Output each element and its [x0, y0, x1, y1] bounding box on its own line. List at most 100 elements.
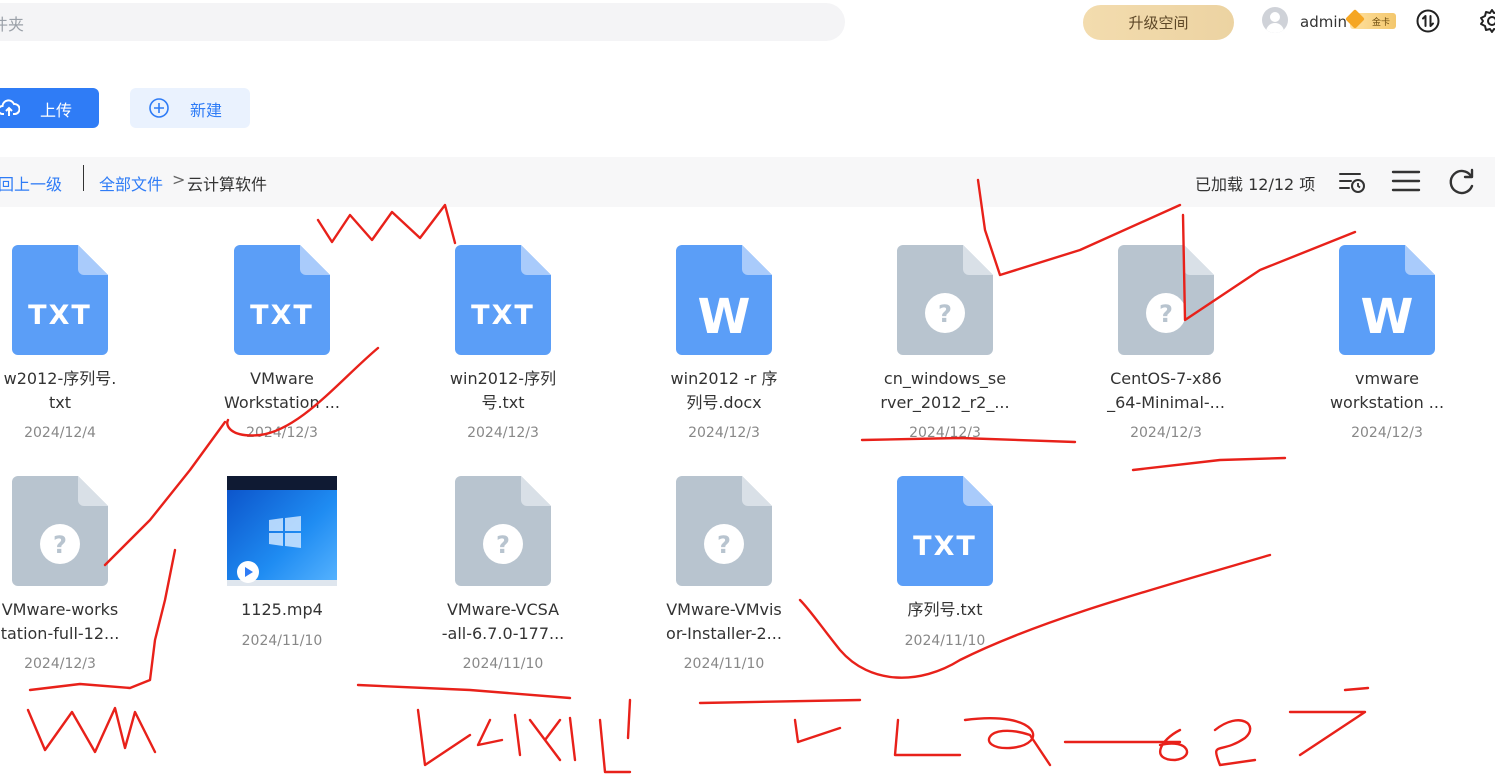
file-name[interactable]: VMware-VMvis or-Installer-2... — [624, 598, 824, 646]
file-name-line-1: CentOS-7-x86 — [1110, 369, 1222, 388]
plus-circle-icon — [149, 98, 169, 118]
file-date: 2024/12/3 — [467, 425, 539, 441]
back-up-link[interactable]: 回上一级 — [0, 171, 62, 195]
question-label: ? — [1159, 300, 1173, 328]
file-thumbnail[interactable]: ? — [1111, 245, 1221, 355]
file-name-line-2: or-Installer-2... — [666, 624, 782, 643]
sort-icon[interactable] — [1338, 168, 1366, 196]
file-name[interactable]: cn_windows_se rver_2012_r2_... — [845, 367, 1045, 415]
txt-label: TXT — [28, 300, 92, 331]
search-placeholder: 件夹 — [0, 15, 25, 34]
upgrade-space-button[interactable]: 升级空间 — [1083, 5, 1234, 40]
question-label: ? — [496, 531, 510, 559]
file-name[interactable]: CentOS-7-x86 _64-Minimal-... — [1066, 367, 1266, 415]
file-name-line-2: workstation ... — [1329, 393, 1445, 412]
vip-label: 金卡 — [1371, 17, 1390, 28]
file-name-line-2: Workstation ... — [224, 393, 340, 412]
file-date: 2024/12/3 — [1351, 425, 1423, 441]
breadcrumb-current: 云计算软件 — [187, 175, 268, 194]
file-name-line-1: VMware — [250, 369, 314, 388]
txt-file-icon: TXT — [897, 476, 993, 586]
file-name-line-2: 列号.docx — [686, 393, 762, 412]
file-name[interactable]: win2012-序列 号.txt — [403, 367, 603, 415]
txt-file-icon: TXT — [12, 245, 108, 355]
file-name[interactable]: VMware Workstation ... — [182, 367, 382, 415]
file-thumbnail[interactable]: ? — [890, 245, 1000, 355]
username[interactable]: admin — [1300, 13, 1347, 31]
file-name[interactable]: win2012 -r 序列号.docx — [624, 367, 824, 415]
file-thumbnail[interactable]: ? — [448, 476, 558, 586]
txt-file-icon: TXT — [455, 245, 551, 355]
breadcrumb-all-files[interactable]: 全部文件 — [99, 171, 163, 195]
file-name-line-1: vmware — [1354, 369, 1419, 388]
loaded-count: 已加载 12/12 项 — [1195, 175, 1316, 194]
txt-label: TXT — [250, 300, 314, 331]
avatar[interactable] — [1262, 7, 1288, 33]
play-icon — [237, 561, 259, 583]
upgrade-space-label: 升级空间 — [1128, 14, 1189, 32]
word-file-icon: W — [676, 245, 772, 355]
question-label: ? — [938, 300, 952, 328]
file-date: 2024/12/3 — [909, 425, 981, 441]
search-input[interactable]: 件夹 — [0, 3, 845, 41]
gear-icon[interactable] — [1478, 7, 1495, 35]
file-thumbnail[interactable] — [227, 476, 337, 586]
file-date: 2024/11/10 — [462, 656, 544, 672]
file-date: 2024/11/10 — [904, 633, 986, 649]
cloud-upload-icon — [0, 99, 20, 116]
upload-button[interactable]: 上传 — [0, 88, 99, 128]
file-date: 2024/12/3 — [688, 425, 760, 441]
file-thumbnail[interactable]: ? — [669, 476, 779, 586]
refresh-icon[interactable] — [1447, 167, 1477, 197]
unknown-file-icon: ? — [1118, 245, 1214, 355]
question-label: ? — [717, 531, 731, 559]
word-file-icon: W — [1339, 245, 1435, 355]
file-thumbnail[interactable]: TXT — [890, 476, 1000, 586]
file-name-line-2: tation-full-12... — [0, 624, 120, 643]
vip-cube-icon — [1345, 9, 1365, 29]
file-name-line-1: w2012-序列号. — [3, 369, 117, 388]
file-name[interactable]: w2012-序列号. txt — [0, 367, 160, 415]
video-thumbnail — [227, 476, 337, 586]
file-thumbnail[interactable]: ? — [5, 476, 115, 586]
file-name-line-1: VMware-VCSA — [446, 600, 560, 619]
file-date: 2024/12/3 — [1130, 425, 1202, 441]
file-date: 2024/12/3 — [246, 425, 318, 441]
file-name-line-2: 号.txt — [481, 393, 525, 412]
file-date: 2024/12/4 — [24, 425, 96, 441]
unknown-file-icon: ? — [12, 476, 108, 586]
word-label: W — [698, 289, 751, 345]
file-date: 2024/11/10 — [683, 656, 765, 672]
file-name-line-1: VMware-works — [1, 600, 119, 619]
file-thumbnail[interactable]: TXT — [5, 245, 115, 355]
file-thumbnail[interactable]: W — [1332, 245, 1442, 355]
file-name[interactable]: 1125.mp4 — [182, 598, 382, 622]
unknown-file-icon: ? — [897, 245, 993, 355]
file-thumbnail[interactable]: W — [669, 245, 779, 355]
file-name[interactable]: VMware-VCSA -all-6.7.0-177... — [403, 598, 603, 646]
file-name-line-1: VMware-VMvis — [666, 600, 782, 619]
txt-file-icon: TXT — [234, 245, 330, 355]
file-thumbnail[interactable]: TXT — [448, 245, 558, 355]
list-view-icon[interactable] — [1391, 168, 1421, 196]
file-name-line-2: txt — [48, 393, 71, 412]
unknown-file-icon: ? — [455, 476, 551, 586]
file-name-line-2: -all-6.7.0-177... — [441, 624, 565, 643]
txt-label: TXT — [913, 531, 977, 562]
txt-label: TXT — [471, 300, 535, 331]
breadcrumb-divider — [83, 165, 84, 191]
vip-badge: 金卡 — [1345, 9, 1396, 29]
word-label: W — [1361, 289, 1414, 345]
file-name[interactable]: 序列号.txt — [845, 598, 1045, 622]
file-name[interactable]: vmware workstation ... — [1287, 367, 1487, 415]
file-name-line-2: rver_2012_r2_... — [880, 393, 1010, 412]
breadcrumb-separator: > — [172, 170, 186, 189]
file-date: 2024/12/3 — [24, 656, 96, 672]
transfer-icon[interactable] — [1416, 9, 1440, 33]
file-thumbnail[interactable]: TXT — [227, 245, 337, 355]
new-button[interactable]: 新建 — [130, 88, 250, 128]
file-name-line-1: cn_windows_se — [883, 369, 1007, 388]
file-name-line-2: _64-Minimal-... — [1107, 393, 1225, 412]
file-name[interactable]: VMware-works tation-full-12... — [0, 598, 160, 646]
file-name-line-1: 序列号.txt — [907, 600, 983, 619]
